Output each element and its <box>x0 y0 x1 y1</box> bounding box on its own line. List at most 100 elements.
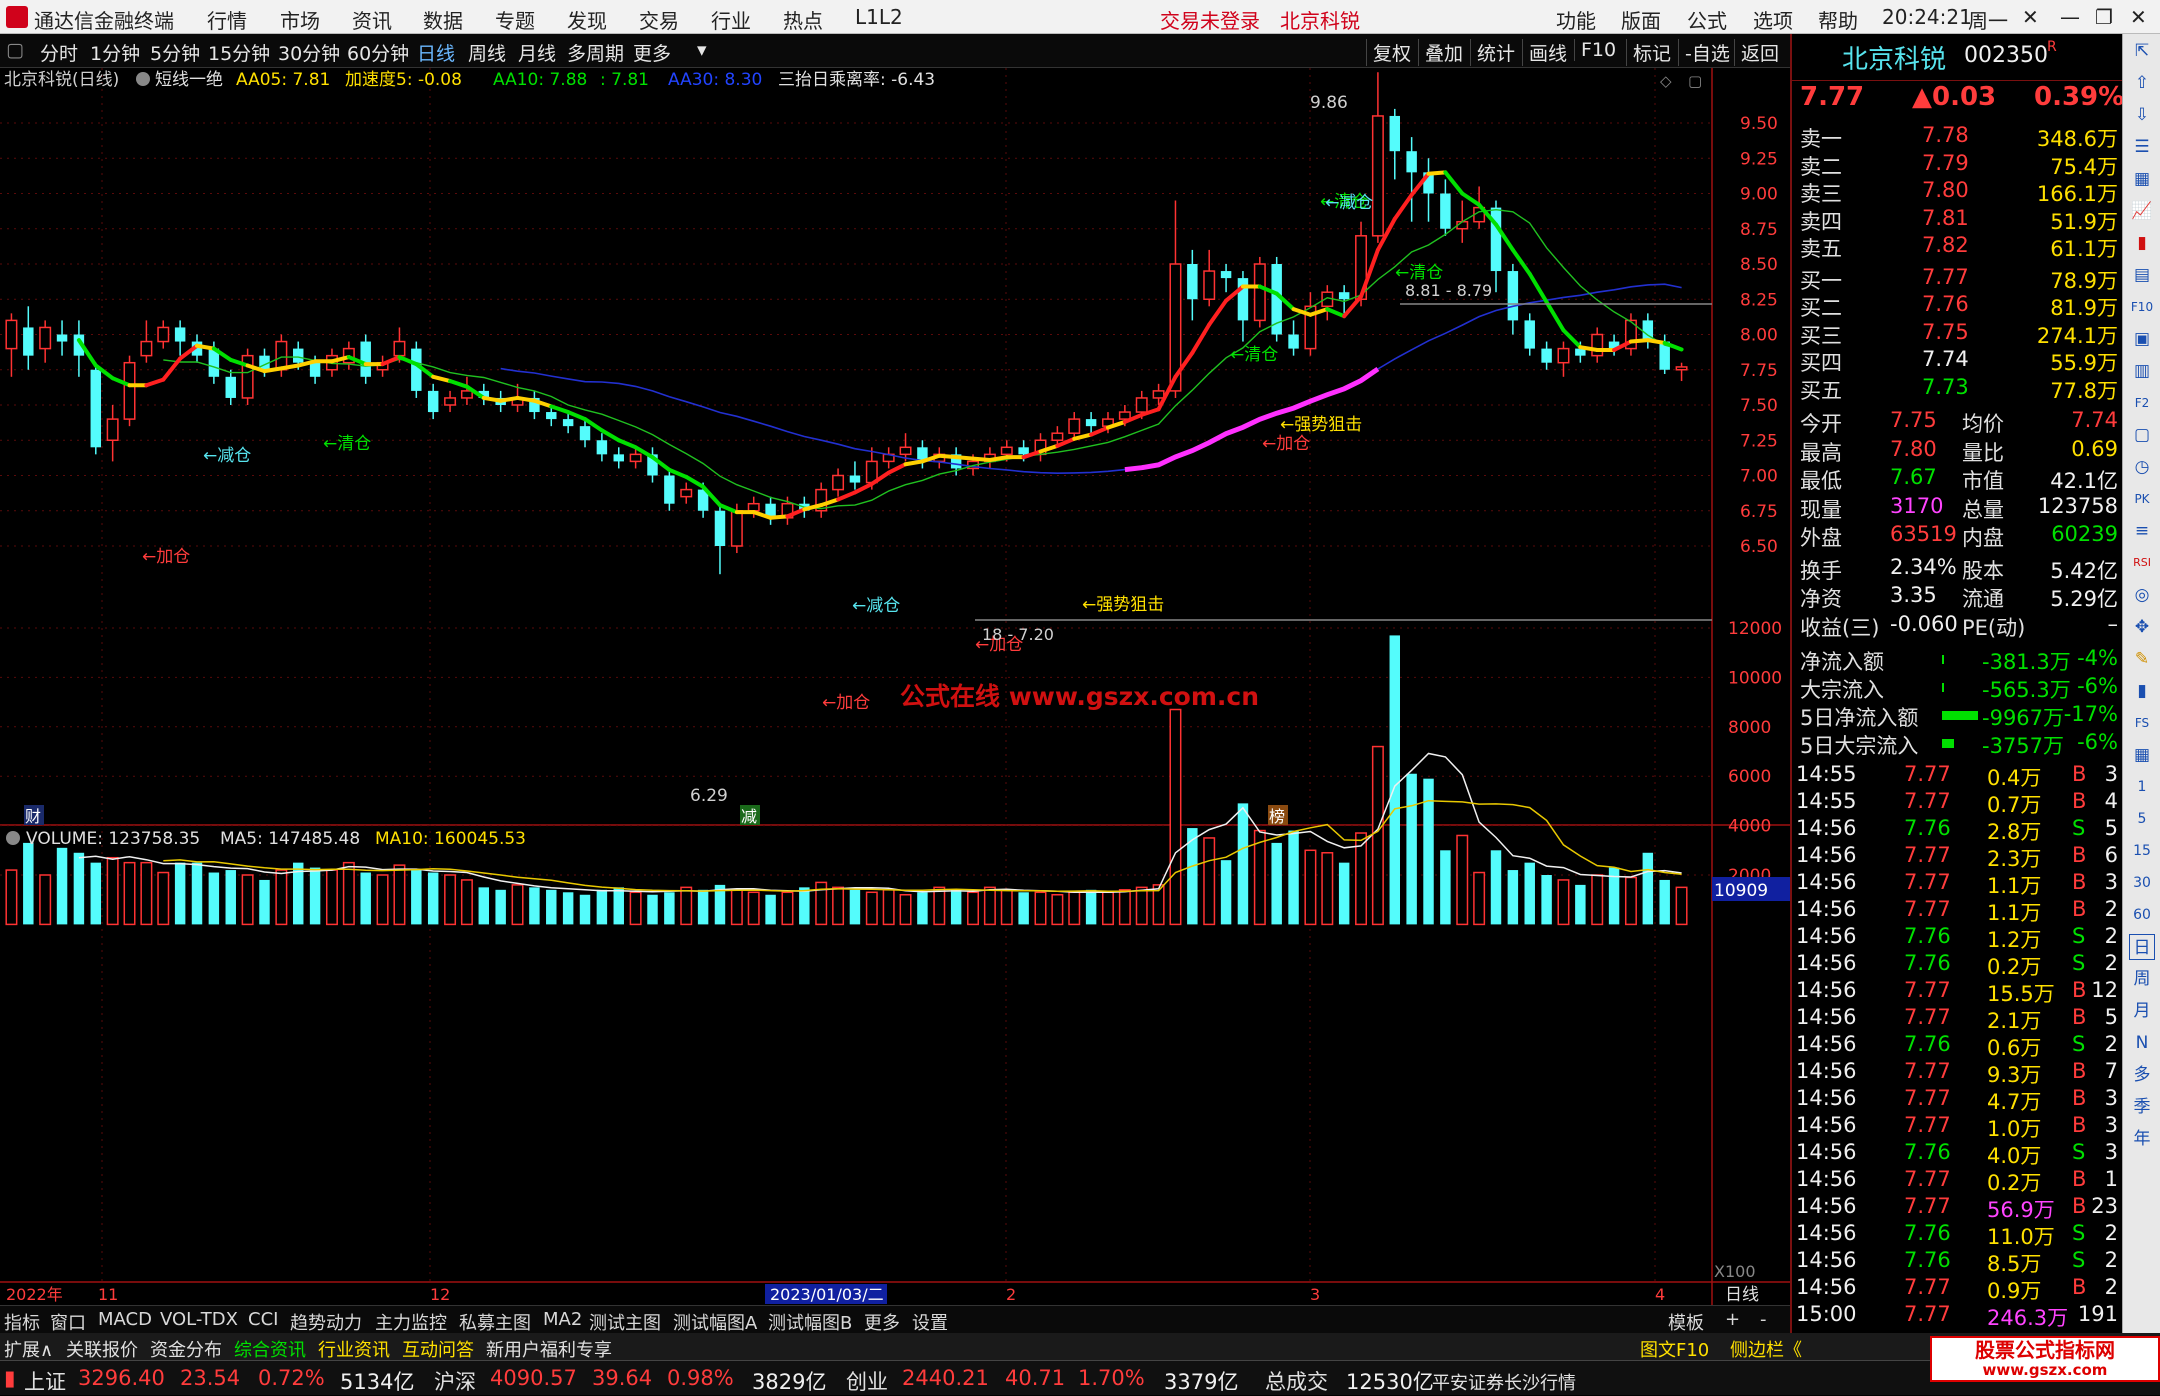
candle-body[interactable] <box>1253 263 1266 322</box>
menu-gongneng[interactable]: 功能 <box>1556 5 1596 34</box>
period-fenshi[interactable]: 分时 <box>40 39 78 66</box>
close-window-icon[interactable]: ✕ <box>2130 5 2147 29</box>
candle-body[interactable] <box>1085 419 1097 427</box>
volume-bar[interactable] <box>1118 889 1131 926</box>
candle-body[interactable] <box>849 475 861 483</box>
volume-bar[interactable] <box>1102 891 1114 926</box>
login-status[interactable]: 交易未登录 <box>1160 5 1260 34</box>
candle-body[interactable] <box>1018 447 1029 455</box>
candle-body[interactable] <box>360 341 371 377</box>
candle-body[interactable] <box>562 419 574 427</box>
volume-bar[interactable] <box>865 891 878 926</box>
btn-fuquan[interactable]: 复权 <box>1366 39 1411 66</box>
volume-bar[interactable] <box>1524 862 1535 925</box>
period-60-icon[interactable]: 60 <box>2129 902 2155 928</box>
period-multi[interactable]: 多周期 <box>567 39 624 66</box>
tab-xinyonghu[interactable]: 新用户福利专享 <box>486 1336 612 1362</box>
sidebar-month[interactable]: 月 <box>2129 998 2155 1024</box>
volume-bar[interactable] <box>427 872 439 925</box>
tab-cci[interactable]: CCI <box>248 1309 278 1330</box>
volume-bar[interactable] <box>140 861 153 926</box>
volume-bar[interactable] <box>849 889 861 925</box>
candle-body[interactable] <box>613 454 624 462</box>
btn-zixuan[interactable]: -自选 <box>1678 39 1730 66</box>
candle-body[interactable] <box>90 369 102 448</box>
sidebar-season[interactable]: 季 <box>2129 1094 2155 1120</box>
candle-body[interactable] <box>1507 271 1519 321</box>
chart-area[interactable]: 北京科锐(日线) 短线一绝 AA05: 7.81 加速度5: -0.08 AA1… <box>0 68 1790 1305</box>
tab-hangye-zixun[interactable]: 行业资讯 <box>318 1336 390 1362</box>
volume-bar[interactable] <box>360 872 371 925</box>
volume-bar[interactable] <box>478 887 490 925</box>
period-60min[interactable]: 60分钟 <box>347 39 409 66</box>
menu-zhuanti[interactable]: 专题 <box>495 5 535 34</box>
tab-vol-tdx[interactable]: VOL-TDX <box>160 1309 238 1330</box>
minimize-icon[interactable]: — <box>2060 5 2080 29</box>
volume-bar[interactable] <box>495 889 506 925</box>
rsi-icon[interactable]: RSI <box>2129 550 2155 576</box>
volume-bar[interactable] <box>1406 773 1417 925</box>
btn-fanhui[interactable]: 返回 <box>1734 39 1779 66</box>
volume-bar[interactable] <box>1034 891 1047 926</box>
volume-bar[interactable] <box>1642 852 1654 925</box>
volume-bar[interactable] <box>1338 862 1350 925</box>
tab-gengduo[interactable]: 更多 <box>864 1309 900 1335</box>
broker-name[interactable]: 平安证券长沙行情 <box>1432 1369 1576 1395</box>
candle-body[interactable] <box>730 510 743 547</box>
volume-bar[interactable] <box>1591 874 1604 926</box>
candle-body[interactable] <box>1135 397 1148 413</box>
candle-body[interactable] <box>1406 151 1417 173</box>
volume-bar[interactable] <box>983 886 996 926</box>
tab-shezhi[interactable]: 设置 <box>912 1309 948 1335</box>
line-chart-icon[interactable]: 📈 <box>2129 198 2155 224</box>
period-monthly[interactable]: 月线 <box>518 39 556 66</box>
volume-bar[interactable] <box>1675 886 1688 926</box>
volume-bar[interactable] <box>444 874 457 926</box>
volume-bar[interactable] <box>1624 876 1637 926</box>
candle-body[interactable] <box>1051 432 1064 442</box>
tab-hudong[interactable]: 互动问答 <box>402 1336 474 1362</box>
volume-bar[interactable] <box>765 894 776 925</box>
volume-bar[interactable] <box>933 886 946 926</box>
volume-bar[interactable] <box>1490 850 1502 925</box>
volume-bar[interactable] <box>1659 879 1670 925</box>
volume-bar[interactable] <box>967 891 980 926</box>
volume-bar[interactable] <box>511 884 524 926</box>
volume-bar[interactable] <box>629 891 642 926</box>
tab-moban[interactable]: 模板 <box>1668 1309 1704 1335</box>
formula-settings-icon[interactable] <box>136 72 150 86</box>
volume-bar[interactable] <box>1220 860 1232 925</box>
diamond-icon[interactable]: ◇ <box>1660 72 1672 90</box>
volume-bar[interactable] <box>529 887 540 925</box>
sidebar-year[interactable]: 年 <box>2129 1126 2155 1152</box>
period-15-icon[interactable]: 15 <box>2129 838 2155 864</box>
candle-body[interactable] <box>714 510 726 546</box>
doc-icon[interactable]: ▣ <box>2129 326 2155 352</box>
volume-bar[interactable] <box>1371 745 1384 926</box>
tab-ceshi-a[interactable]: 测试幅图A <box>673 1309 757 1335</box>
volume-bar[interactable] <box>1440 850 1451 925</box>
tab-cebianlan[interactable]: 侧边栏《 <box>1730 1336 1802 1362</box>
bars-icon[interactable]: ▮ <box>2129 678 2155 704</box>
volume-bar[interactable] <box>1321 852 1334 926</box>
candle-body[interactable] <box>1371 115 1384 237</box>
volume-bar[interactable] <box>1203 837 1216 926</box>
tab-ceshi-b[interactable]: 测试幅图B <box>768 1309 852 1335</box>
volume-bar[interactable] <box>1169 708 1182 926</box>
volume-bar[interactable] <box>917 892 928 925</box>
tab-ma2[interactable]: MA2 <box>543 1309 582 1330</box>
volume-bar[interactable] <box>664 892 675 925</box>
volume-bar[interactable] <box>225 870 236 925</box>
btn-tongji[interactable]: 统计 <box>1470 39 1515 66</box>
candle-body[interactable] <box>1338 292 1350 300</box>
grid2-icon[interactable]: ▦ <box>2129 742 2155 768</box>
candle-body[interactable] <box>1068 418 1081 434</box>
volume-bar[interactable] <box>1575 884 1586 925</box>
candle-body[interactable] <box>664 475 675 504</box>
candle-body[interactable] <box>832 474 845 491</box>
pen-icon[interactable]: ✎ <box>2129 646 2155 672</box>
volume-bar[interactable] <box>1541 875 1552 925</box>
volume-bar[interactable] <box>73 852 85 925</box>
volume-bar[interactable] <box>1507 870 1519 925</box>
candle-body[interactable] <box>1490 207 1502 272</box>
